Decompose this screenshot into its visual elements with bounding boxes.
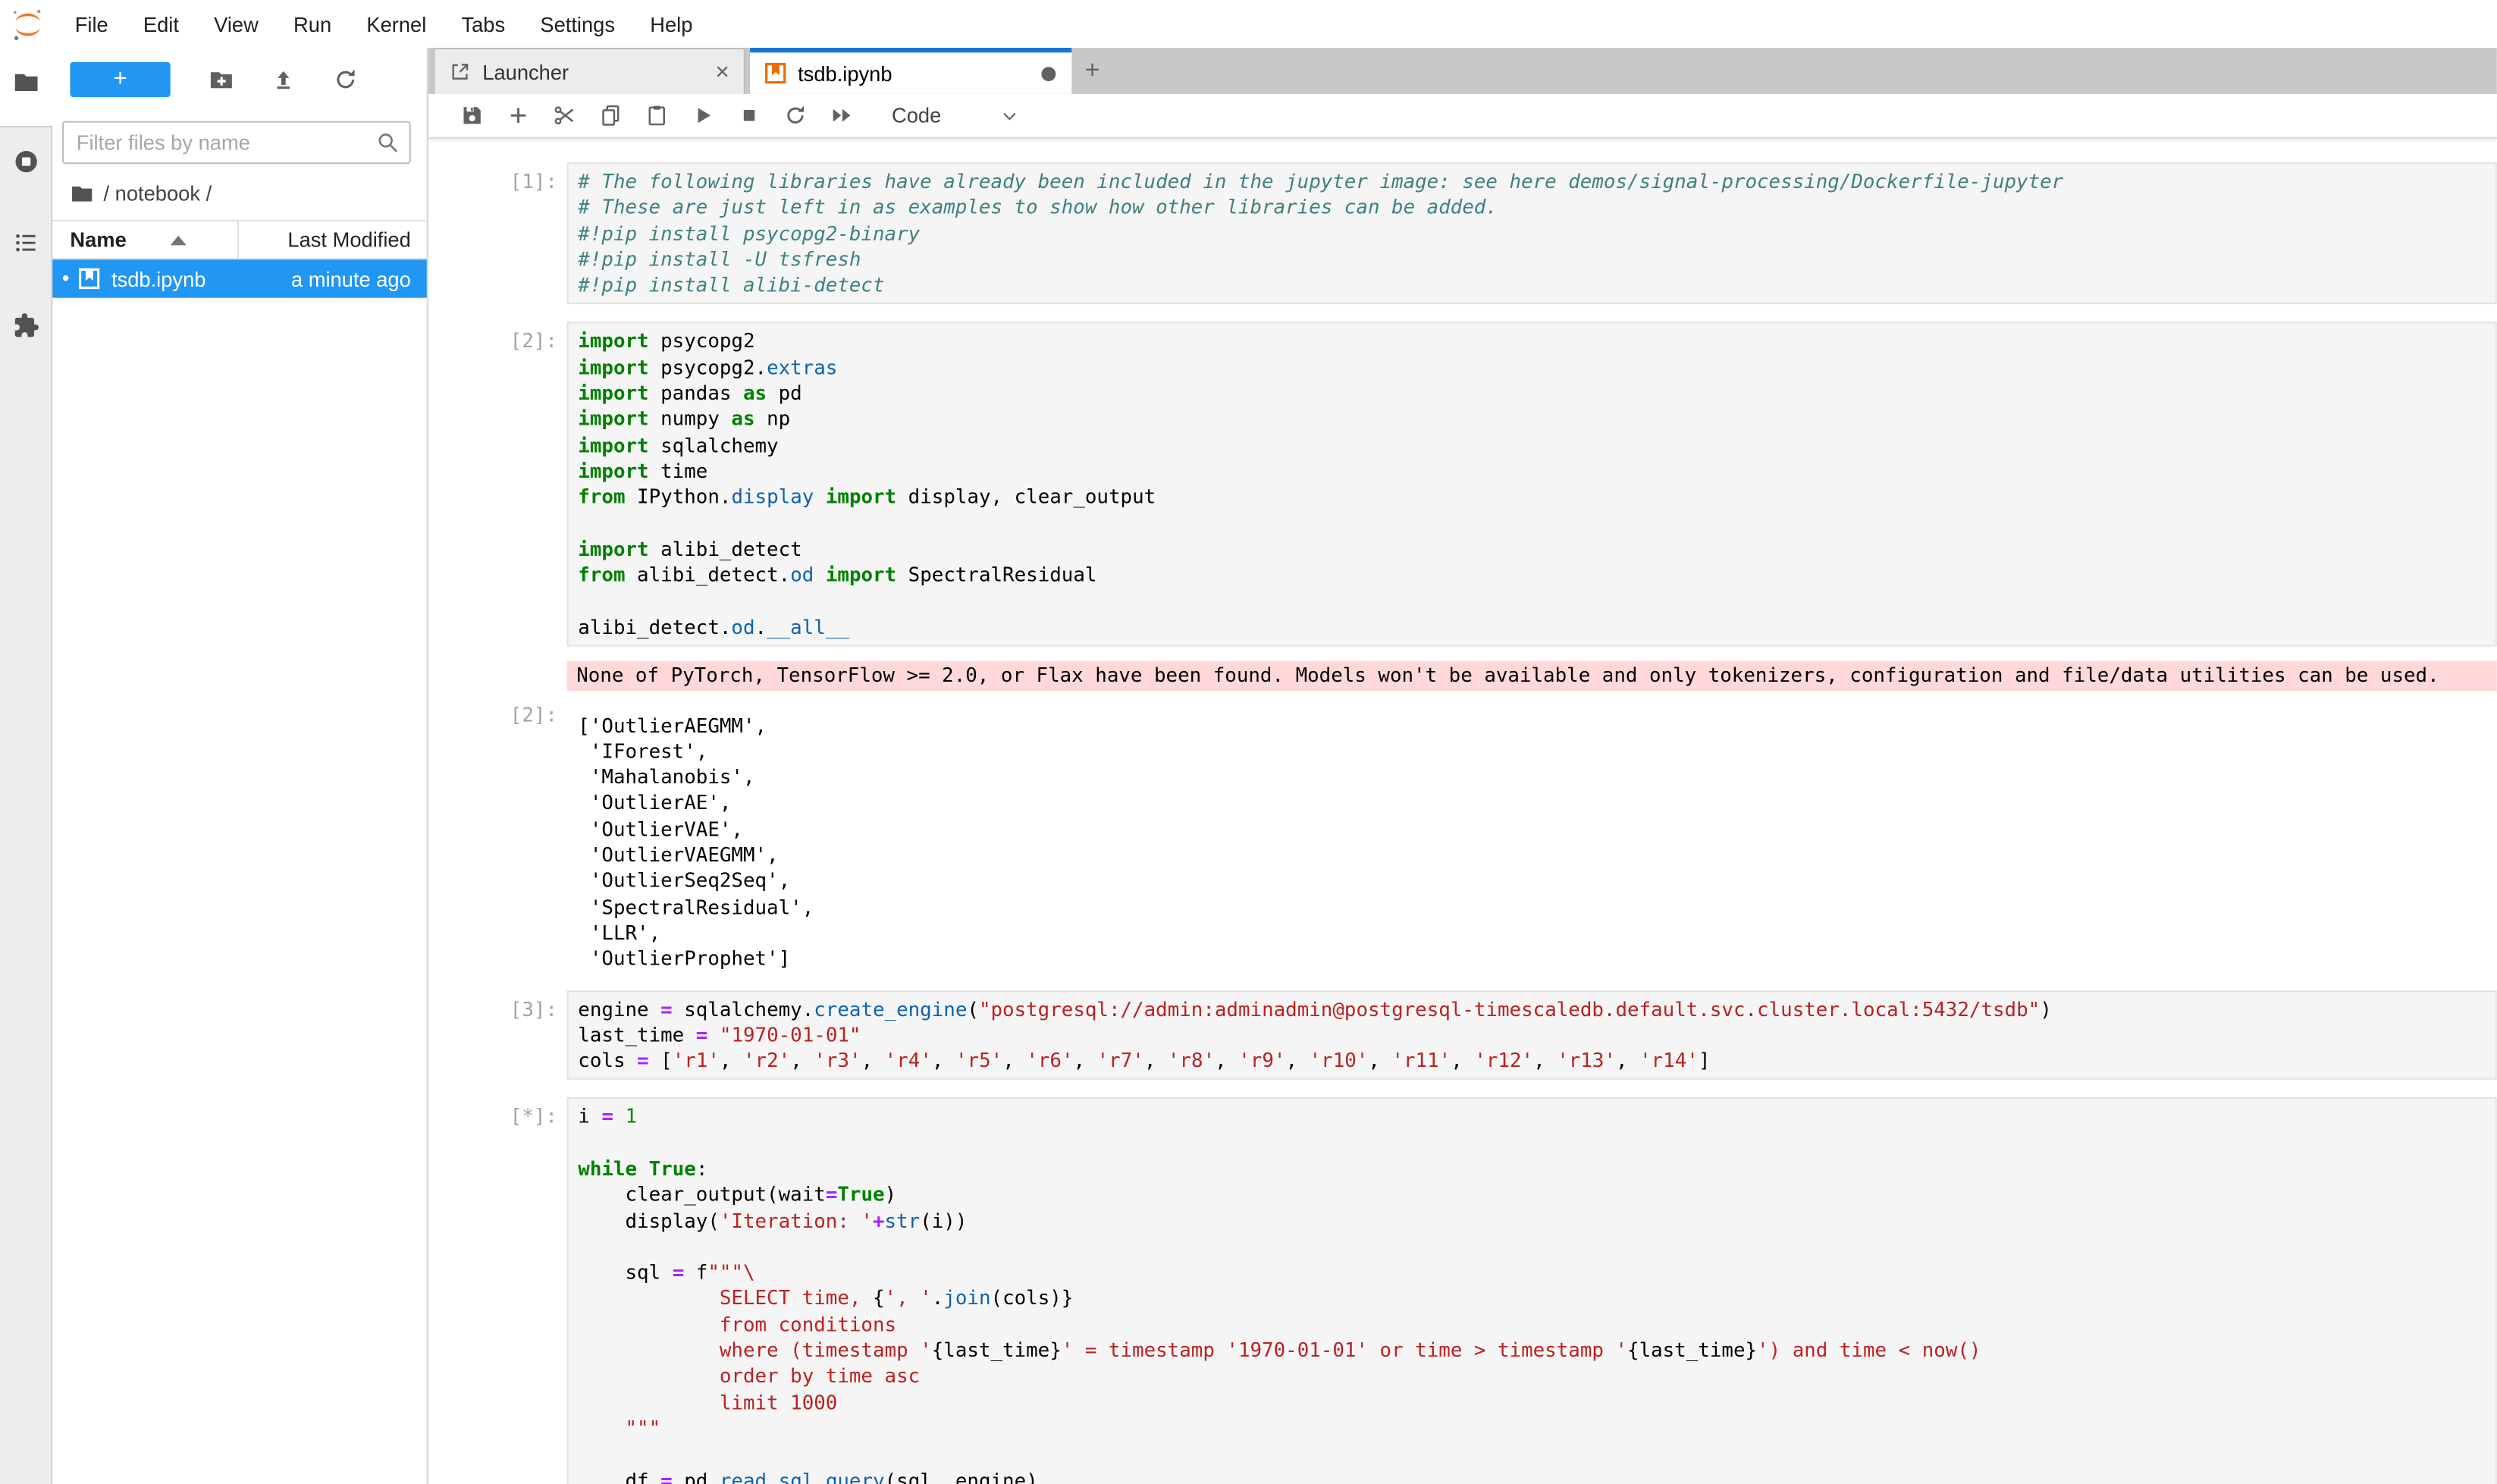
run-button[interactable] xyxy=(691,104,715,128)
add-tab-button[interactable]: + xyxy=(1071,48,1113,94)
caret-down-icon xyxy=(1000,106,1019,125)
new-folder-icon[interactable] xyxy=(209,67,234,93)
notebook-cells: [1]:# The following libraries have alrea… xyxy=(428,139,2497,1484)
file-row-tsdb.ipynb[interactable]: • tsdb.ipynba minute ago xyxy=(52,259,427,297)
breadcrumb-path: / notebook / xyxy=(104,181,212,206)
jupyterlab-window: FileEditViewRunKernelTabsSettingsHelp + xyxy=(0,0,2497,1484)
save-button[interactable] xyxy=(460,104,485,128)
notebook-toolbar: Code xyxy=(428,94,2497,139)
input-prompt: [*]: xyxy=(428,1098,567,1484)
app-body: + / notebook / Name Last Modified • tsdb.… xyxy=(0,48,2497,1484)
main-dock-panel: Launcher× tsdb.ipynb + Code [1]:# The foll… xyxy=(428,48,2497,1484)
notebook-icon xyxy=(78,268,100,290)
menu-bar: FileEditViewRunKernelTabsSettingsHelp xyxy=(0,0,2497,48)
fast-forward-button[interactable] xyxy=(830,104,854,128)
refresh-icon[interactable] xyxy=(333,67,359,93)
paste-button[interactable] xyxy=(645,104,669,128)
code-cell-4: [*]:i = 1 while True: clear_output(wait=… xyxy=(428,1098,2497,1484)
add-cell-button[interactable] xyxy=(507,104,531,128)
file-list-header: Name Last Modified xyxy=(52,220,427,260)
cut-button[interactable] xyxy=(553,104,577,128)
search-icon xyxy=(376,130,400,155)
activity-bar xyxy=(0,48,52,1484)
file-last-modified: a minute ago xyxy=(291,267,427,291)
cell-editor[interactable]: # The following libraries have already b… xyxy=(567,162,2497,305)
upload-icon[interactable] xyxy=(271,67,296,93)
menu-tabs[interactable]: Tabs xyxy=(444,12,522,36)
file-name: tsdb.ipynb xyxy=(111,267,291,291)
dock-tab-bar: Launcher× tsdb.ipynb + xyxy=(428,48,2497,94)
menu-help[interactable]: Help xyxy=(632,12,710,36)
input-prompt: [1]: xyxy=(428,162,567,305)
menu-view[interactable]: View xyxy=(196,12,276,36)
cell-editor[interactable]: i = 1 while True: clear_output(wait=True… xyxy=(567,1098,2497,1484)
code-cell-1: [1]:# The following libraries have alrea… xyxy=(428,162,2497,305)
menu-edit[interactable]: Edit xyxy=(126,12,196,36)
code-cell-3: [3]:engine = sqlalchemy.create_engine("p… xyxy=(428,990,2497,1080)
restart-kernel-button[interactable] xyxy=(783,104,808,128)
input-prompt: [2]: xyxy=(428,322,567,646)
notebook-icon xyxy=(764,62,786,84)
new-launcher-button[interactable]: + xyxy=(70,62,170,97)
input-prompt: [3]: xyxy=(428,990,567,1080)
toc-icon[interactable] xyxy=(13,229,40,256)
menu-kernel[interactable]: Kernel xyxy=(349,12,444,36)
execute-result-output: ['OutlierAEGMM', 'IForest', 'Mahalanobis… xyxy=(567,713,2497,972)
jupyter-logo xyxy=(10,5,46,42)
cell-type-dropdown[interactable]: Code xyxy=(892,104,1019,128)
new-launcher-plus: + xyxy=(113,65,127,93)
filter-files-input[interactable] xyxy=(62,121,411,165)
home-folder-icon[interactable] xyxy=(70,181,94,206)
column-name[interactable]: Name xyxy=(52,221,239,258)
breadcrumb[interactable]: / notebook / xyxy=(70,181,426,206)
launcher-icon xyxy=(449,61,471,83)
output-prompt: [2]: xyxy=(428,701,567,972)
jupyterlab-screen: FileEditViewRunKernelTabsSettingsHelp + xyxy=(0,0,2497,1484)
output-prompt-empty xyxy=(428,647,567,691)
menu-items: FileEditViewRunKernelTabsSettingsHelp xyxy=(58,12,711,36)
unsaved-dot-icon xyxy=(1041,66,1056,80)
running-icon[interactable] xyxy=(13,148,40,175)
folder-icon[interactable] xyxy=(13,68,40,96)
code-cell-2: [2]:import psycopg2import psycopg2.extra… xyxy=(428,322,2497,972)
stderr-output: None of PyTorch, TensorFlow >= 2.0, or F… xyxy=(567,661,2497,691)
tab-launcher[interactable]: Launcher× xyxy=(433,48,745,94)
tab-tsdb-ipynb[interactable]: tsdb.ipynb xyxy=(750,48,1071,94)
puzzle-icon[interactable] xyxy=(13,312,40,340)
cell-type-label: Code xyxy=(892,104,941,128)
stop-button[interactable] xyxy=(737,104,761,128)
menu-file[interactable]: File xyxy=(58,12,126,36)
cell-editor[interactable]: engine = sqlalchemy.create_engine("postg… xyxy=(567,990,2497,1080)
copy-button[interactable] xyxy=(599,104,623,128)
sort-ascending-icon xyxy=(171,235,187,245)
file-browser-toolbar: + xyxy=(52,48,427,100)
column-last-modified[interactable]: Last Modified xyxy=(239,227,427,252)
tab-label: Launcher xyxy=(482,60,715,83)
close-icon[interactable]: × xyxy=(715,58,729,86)
file-browser-panel: + / notebook / Name Last Modified • tsdb.… xyxy=(52,48,428,1484)
filter-files-box xyxy=(62,121,411,165)
cell-editor[interactable]: import psycopg2import psycopg2.extrasimp… xyxy=(567,322,2497,646)
dirty-indicator: • xyxy=(62,259,78,297)
menu-run[interactable]: Run xyxy=(276,12,349,36)
menu-settings[interactable]: Settings xyxy=(522,12,632,36)
tab-label: tsdb.ipynb xyxy=(798,61,1041,86)
file-list: • tsdb.ipynba minute ago xyxy=(52,259,427,297)
